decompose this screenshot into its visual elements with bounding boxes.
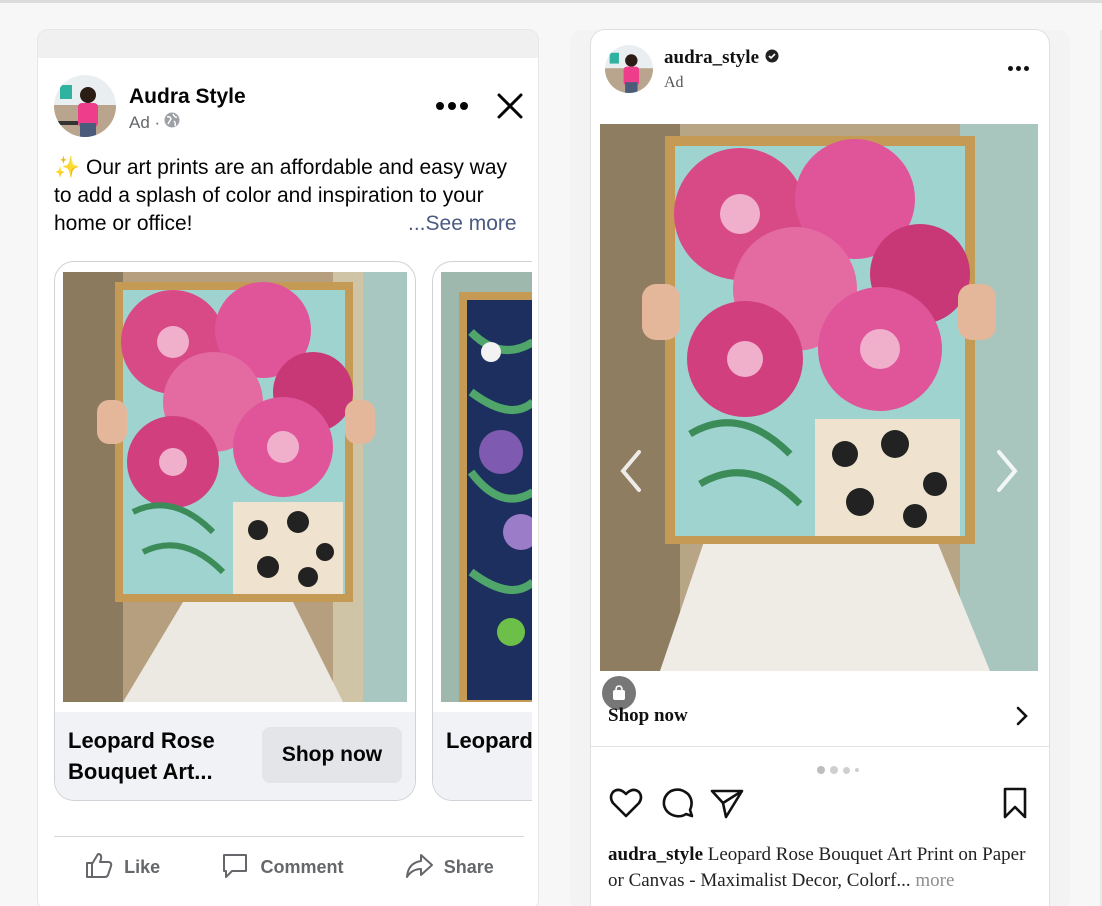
product-image[interactable] [441,272,532,702]
share-icon [404,850,434,885]
profile-avatar[interactable] [605,45,653,93]
caption-username[interactable]: audra_style [608,844,703,865]
card-footer: Leopard Rose Vase wi [433,712,532,800]
like-icon [84,850,114,885]
top-border [0,0,1102,3]
comment-label: Comment [260,856,344,877]
more-icon[interactable] [1001,58,1035,78]
chevron-right-icon[interactable] [1010,704,1034,728]
instagram-ad-preview: audra_style Ad Shop now audra_style Leop… [591,30,1049,906]
comment-button[interactable]: Comment [220,850,343,885]
carousel-card[interactable]: Leopard Rose Vase wi [432,261,532,801]
divider [54,836,524,837]
ad-label: Ad [664,74,684,91]
see-more-link[interactable]: ...See more [408,212,517,236]
reaction-bar: Like Comment Share [54,842,524,892]
carousel-card[interactable]: Leopard Rose Bouquet Art... Shop now [54,261,416,801]
sponsored-meta: Ad · [129,112,180,133]
preview-header-bar [38,30,538,58]
share-label: Share [443,856,494,877]
verified-icon [765,47,779,69]
comment-icon [220,850,250,885]
page-avatar[interactable] [54,75,116,137]
post-image[interactable] [600,124,1038,671]
globe-icon [164,112,180,133]
caption-more-link[interactable]: more [911,870,954,891]
more-icon[interactable] [432,92,472,120]
product-title[interactable]: Leopard Rose Vase wi [446,725,532,756]
divider [591,746,1049,747]
username[interactable]: audra_style [664,47,779,69]
chevron-right-icon[interactable] [993,446,1023,496]
share-button[interactable]: Share [404,850,494,885]
product-image[interactable] [63,272,407,702]
shop-now-button[interactable]: Shop now [262,727,402,783]
like-button[interactable]: Like [84,850,160,885]
ad-label: Ad · [129,112,161,132]
close-icon[interactable] [494,90,526,122]
comment-icon[interactable] [660,785,696,821]
direct-icon[interactable] [709,785,745,821]
chevron-left-icon[interactable] [615,446,645,496]
page-name[interactable]: Audra Style [129,85,246,109]
username-text: audra_style [664,47,759,68]
like-label: Like [124,856,161,877]
carousel-indicator [817,766,859,774]
facebook-ad-preview: Audra Style Ad · ✨ Our art prints are an… [38,30,538,906]
post-caption: audra_style Leopard Rose Bouquet Art Pri… [608,842,1028,894]
heart-icon[interactable] [608,785,644,821]
shop-now-link[interactable]: Shop now [608,705,688,727]
bookmark-icon[interactable] [997,785,1033,821]
product-title[interactable]: Leopard Rose Bouquet Art... [68,725,258,787]
card-footer: Leopard Rose Bouquet Art... Shop now [55,712,415,800]
